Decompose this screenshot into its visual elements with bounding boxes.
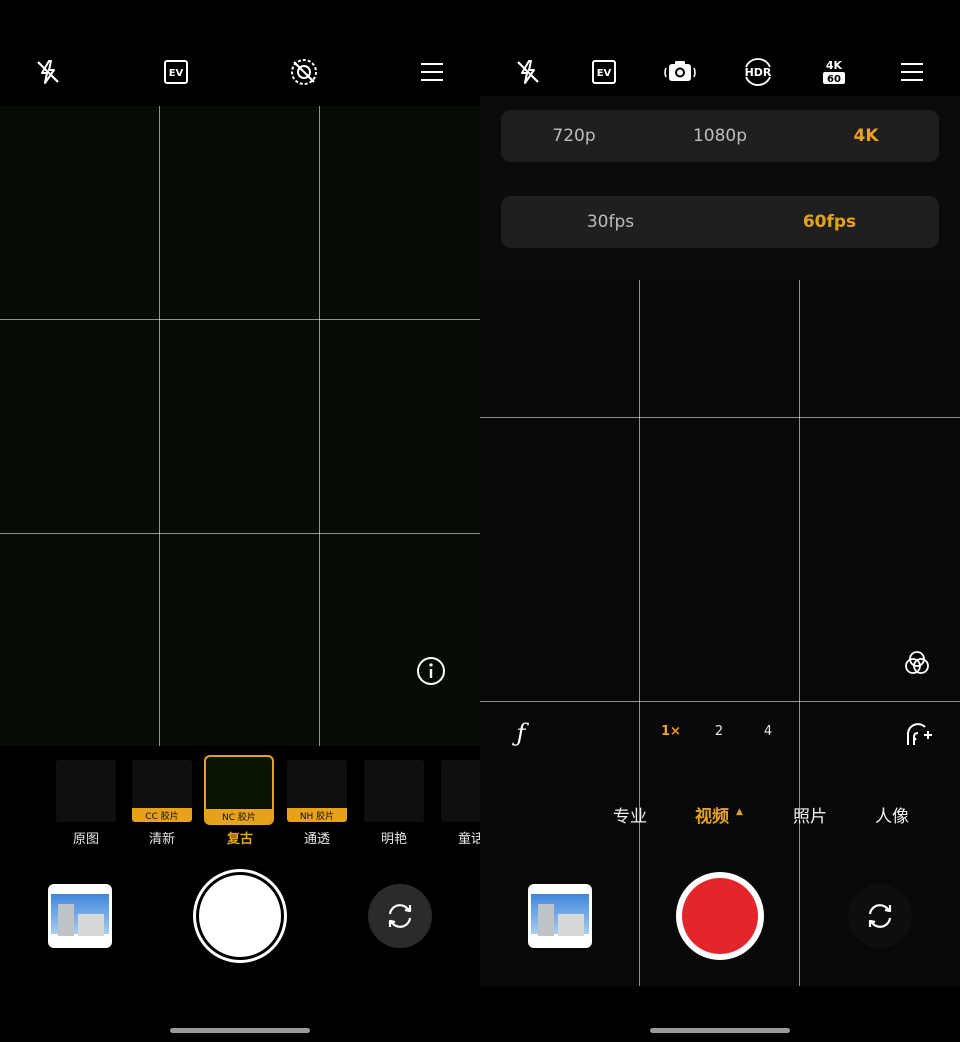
filter-tag-3: NC 胶片: [206, 809, 272, 823]
grid-line: [159, 106, 160, 746]
filter-thumb-4[interactable]: NH 胶片: [287, 760, 347, 822]
hdr-icon[interactable]: HDR: [739, 54, 777, 90]
menu-icon[interactable]: [414, 54, 450, 90]
gallery-thumbnail[interactable]: [48, 884, 112, 948]
res-badge-top: 4K: [826, 59, 843, 72]
video-settings-panel: 720p 1080p 4K 30fps 60fps: [480, 96, 960, 280]
menu-icon[interactable]: [894, 54, 930, 90]
aperture-symbol: ƒ: [516, 719, 526, 747]
switch-camera-icon[interactable]: [848, 884, 912, 948]
left-screen: EV 原图 CC 胶片 清新 NC 胶片 复古 NH 胶片 通透 明艳 童话: [0, 0, 480, 1042]
home-indicator[interactable]: [650, 1028, 790, 1033]
resolution-option-1080p[interactable]: 1080p: [647, 110, 793, 162]
right-screen: EV HDR 4K60 720p 1080p 4K 30fps 60fps ƒ: [480, 0, 960, 1042]
filter-tag-2: CC 胶片: [132, 808, 192, 822]
filter-label-2: 清新: [148, 832, 175, 847]
resolution-selector: 720p 1080p 4K: [501, 110, 939, 162]
res-badge-bottom: 60: [827, 74, 841, 85]
filter-tag-4: NH 胶片: [287, 808, 347, 822]
info-icon[interactable]: [414, 654, 448, 688]
ev-label: EV: [597, 68, 612, 79]
aperture-icon[interactable]: ƒ: [504, 716, 538, 750]
ev-icon[interactable]: EV: [158, 54, 194, 90]
grid-line: [799, 280, 800, 986]
grid-line: [319, 106, 320, 746]
live-photo-icon[interactable]: [662, 54, 698, 90]
hdr-label: HDR: [745, 66, 772, 79]
zoom-2x[interactable]: 2: [707, 724, 731, 739]
resolution-icon[interactable]: 4K 60: [816, 54, 852, 90]
filter-thumb-6[interactable]: [441, 760, 480, 822]
mode-portrait[interactable]: 人像: [875, 802, 909, 827]
ev-label: EV: [169, 68, 184, 79]
mode-pro[interactable]: 专业: [613, 802, 647, 827]
mode-selected-indicator: ▲: [736, 807, 743, 817]
fps-option-30[interactable]: 30fps: [501, 196, 720, 248]
record-button[interactable]: [676, 872, 764, 960]
zoom-4x[interactable]: 4: [756, 724, 780, 739]
ai-off-icon[interactable]: [286, 54, 322, 90]
filter-thumb-1[interactable]: [56, 760, 116, 822]
filters-icon[interactable]: [900, 646, 934, 680]
shutter-button[interactable]: [196, 872, 284, 960]
grid-line: [639, 280, 640, 986]
filter-label-6: 童话: [458, 832, 480, 847]
grid-line: [480, 417, 960, 418]
grid-line: [0, 533, 480, 534]
resolution-option-4k[interactable]: 4K: [793, 110, 939, 162]
flash-off-icon[interactable]: [30, 54, 66, 90]
resolution-option-720p[interactable]: 720p: [501, 110, 647, 162]
fps-option-60[interactable]: 60fps: [720, 196, 939, 248]
grid-line: [0, 319, 480, 320]
grid-line: [480, 701, 960, 702]
home-indicator[interactable]: [170, 1028, 310, 1033]
mode-video[interactable]: 视频: [695, 802, 729, 827]
flash-off-icon[interactable]: [510, 54, 546, 90]
filter-label-1: 原图: [72, 832, 99, 847]
record-dot: [682, 878, 758, 954]
zoom-1x[interactable]: 1×: [659, 724, 683, 739]
viewfinder[interactable]: [0, 106, 480, 746]
filter-label-selected: 复古: [226, 832, 253, 847]
filter-label-5: 明艳: [380, 832, 407, 847]
filter-thumb-selected[interactable]: NC 胶片: [204, 755, 274, 825]
beauty-icon[interactable]: [900, 716, 936, 752]
fps-selector: 30fps 60fps: [501, 196, 939, 248]
mode-photo[interactable]: 照片: [793, 802, 827, 827]
filter-label-4: 通透: [303, 832, 330, 847]
filter-thumb-2[interactable]: CC 胶片: [132, 760, 192, 822]
ev-icon[interactable]: EV: [586, 54, 622, 90]
gallery-thumbnail[interactable]: [528, 884, 592, 948]
switch-camera-icon[interactable]: [368, 884, 432, 948]
filter-thumb-5[interactable]: [364, 760, 424, 822]
